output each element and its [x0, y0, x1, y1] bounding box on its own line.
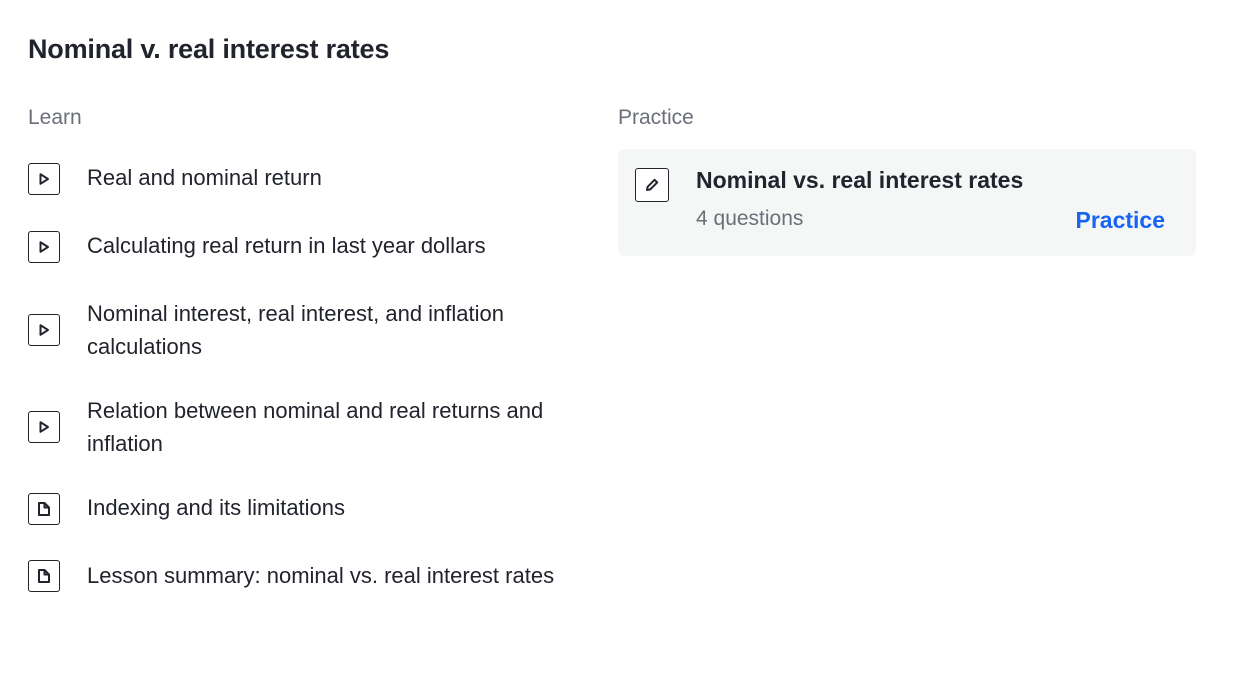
page-title: Nominal v. real interest rates [28, 34, 390, 64]
play-icon [28, 163, 60, 195]
practice-section-label: Practice [618, 106, 694, 129]
practice-title: Nominal vs. real interest rates [696, 167, 1024, 193]
learn-item-indexing-and-limitations[interactable]: Indexing and its limitations [28, 493, 568, 525]
learn-item-lesson-summary[interactable]: Lesson summary: nominal vs. real interes… [28, 559, 568, 592]
learn-item-nominal-real-inflation-calculations[interactable]: Nominal interest, real interest, and inf… [28, 297, 568, 363]
learn-item-label: Indexing and its limitations [87, 494, 346, 520]
unit-page: Nominal v. real interest rates Learn Pra… [0, 0, 1240, 675]
learn-section-label: Learn [28, 106, 82, 129]
article-icon [28, 559, 60, 592]
learn-item-calculating-real-return[interactable]: Calculating real return in last year dol… [28, 231, 568, 263]
article-icon [28, 493, 60, 525]
learn-item-label: Nominal interest, real interest, and inf… [87, 301, 504, 359]
practice-question-count: 4 questions [696, 207, 804, 230]
learn-item-label: Real and nominal return [87, 164, 322, 190]
learn-item-label: Relation between nominal and real return… [87, 398, 544, 456]
learn-item-label: Calculating real return in last year dol… [87, 232, 486, 258]
learn-item-label: Lesson summary: nominal vs. real interes… [87, 563, 555, 588]
practice-card[interactable]: Nominal vs. real interest rates 4 questi… [618, 149, 1196, 256]
practice-button[interactable]: Practice [1075, 204, 1165, 236]
learn-item-relation-nominal-real-returns[interactable]: Relation between nominal and real return… [28, 394, 568, 460]
play-icon [28, 314, 60, 346]
pencil-icon [635, 168, 669, 202]
play-icon [28, 231, 60, 263]
learn-item-real-and-nominal-return[interactable]: Real and nominal return [28, 163, 568, 195]
play-icon [28, 411, 60, 443]
